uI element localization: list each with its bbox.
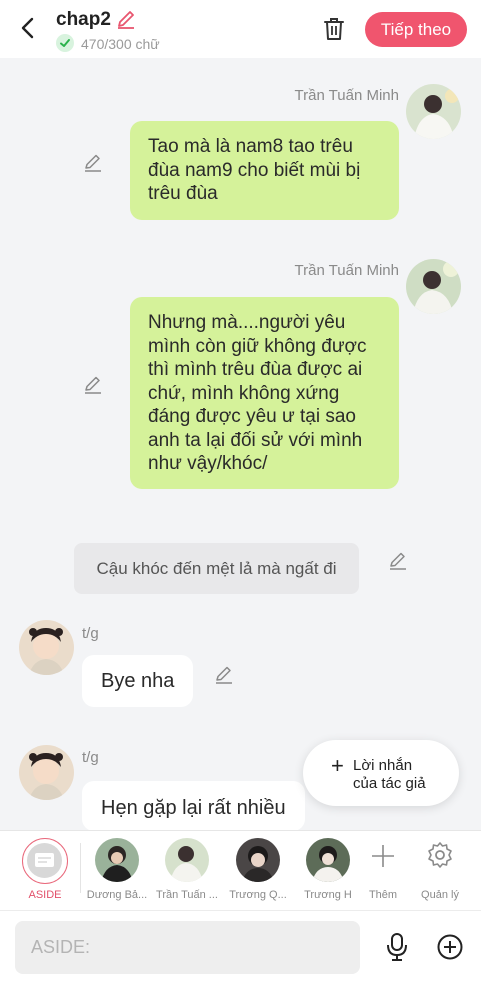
divider [80, 843, 81, 893]
top-bar: chap2 470/300 chữ Tiếp theo [0, 0, 481, 58]
message-icon [35, 853, 54, 867]
message-author: t/g [82, 749, 99, 766]
check-icon [56, 34, 74, 52]
aside-character-button[interactable] [22, 838, 68, 884]
message-author: Trần Tuấn Minh [294, 87, 400, 104]
edit-title-icon[interactable] [116, 9, 136, 29]
avatar[interactable] [406, 259, 461, 314]
back-arrow-icon[interactable] [14, 14, 42, 42]
avatar[interactable] [406, 84, 461, 139]
chapter-title[interactable]: chap2 [56, 9, 111, 31]
message-author: Trần Tuấn Minh [294, 262, 400, 279]
message-bubble[interactable]: Bye nha [82, 655, 194, 707]
edit-icon[interactable] [83, 375, 103, 395]
narration-bubble[interactable]: Cậu khóc đến mệt lả mà ngất đi [74, 543, 359, 594]
add-circle-icon[interactable] [436, 933, 464, 961]
trash-icon[interactable] [322, 16, 346, 42]
avatar [165, 838, 209, 882]
character-bar: ASIDE Dương Bả... Trần Tuấn ... Trương Q… [0, 830, 481, 910]
message-bubble[interactable]: Nhưng mà....người yêu mình còn giữ không… [130, 297, 399, 489]
next-button[interactable]: Tiếp theo [365, 12, 467, 47]
avatar [95, 838, 139, 882]
author-note-label: Lời nhắn của tác giả [353, 757, 426, 792]
character-item[interactable]: Trương Q... [223, 831, 293, 911]
composer-bar [0, 910, 481, 983]
edit-icon[interactable] [388, 551, 408, 571]
edit-icon[interactable] [83, 153, 103, 173]
character-item[interactable]: Trần Tuấn ... [152, 831, 222, 911]
microphone-icon[interactable] [385, 932, 409, 962]
word-count: 470/300 chữ [81, 36, 160, 52]
message-author: t/g [82, 625, 99, 642]
aside-label: ASIDE [28, 889, 62, 901]
message-bubble[interactable]: Hẹn gặp lại rất nhiều [82, 781, 305, 831]
avatar [236, 838, 280, 882]
avatar[interactable] [19, 745, 74, 800]
manage-characters-button[interactable]: Quản lý [405, 831, 475, 911]
avatar[interactable] [19, 620, 74, 675]
edit-icon[interactable] [214, 665, 234, 685]
avatar [306, 838, 350, 882]
message-input[interactable] [15, 921, 360, 974]
plus-icon [372, 845, 394, 867]
gear-icon [428, 842, 452, 868]
author-note-button[interactable]: + Lời nhắn của tác giả [303, 740, 459, 806]
plus-icon: + [331, 753, 344, 778]
message-bubble[interactable]: Tao mà là nam8 tao trêu đùa nam9 cho biế… [130, 121, 399, 220]
character-item[interactable]: Dương Bả... [82, 831, 152, 911]
